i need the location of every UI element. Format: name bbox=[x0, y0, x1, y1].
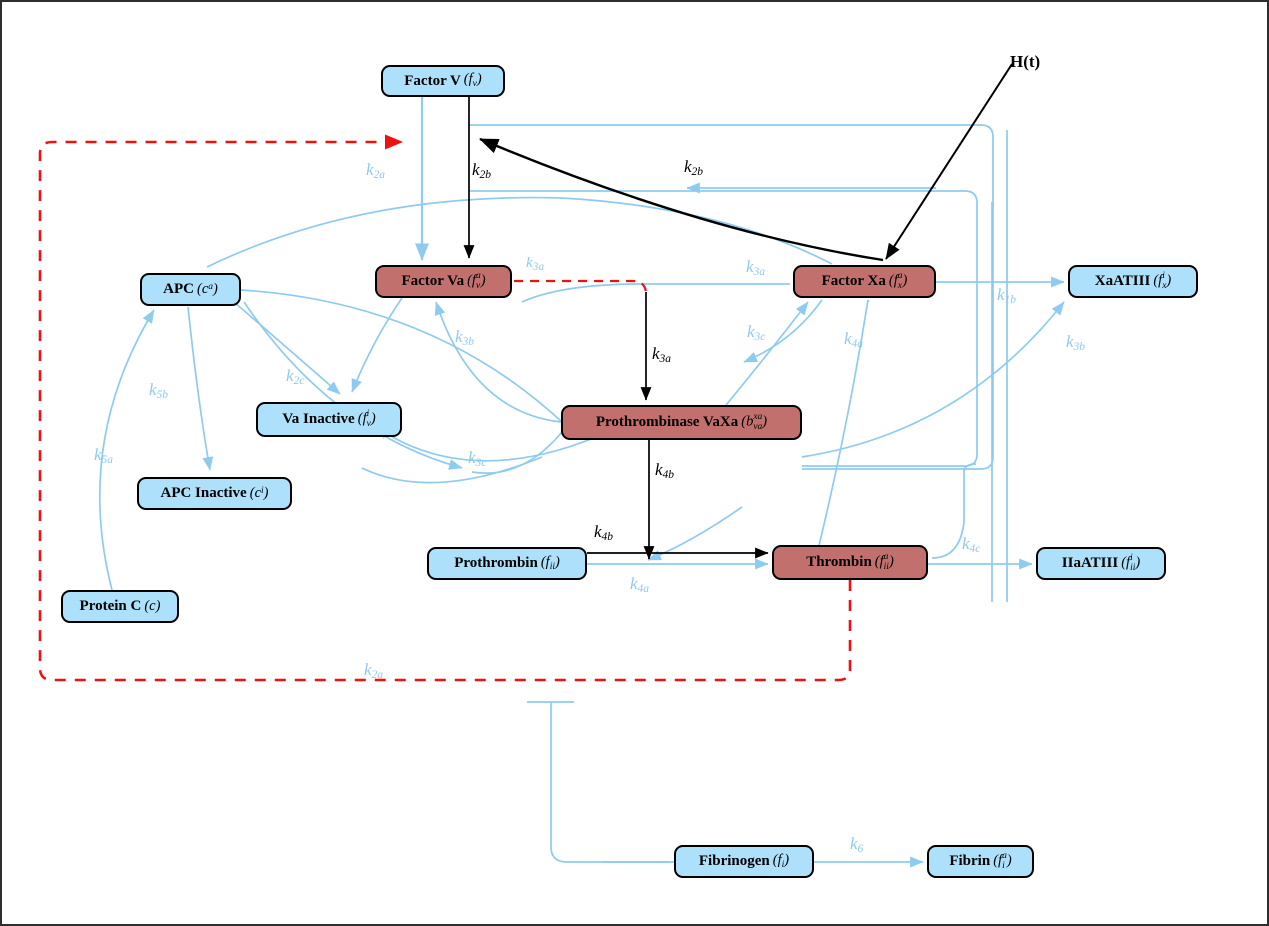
node-label: Protein C bbox=[79, 598, 142, 614]
node-symbol: (fa v) bbox=[467, 271, 486, 291]
node-thrombin[interactable]: Thrombin (fa ii) bbox=[772, 545, 928, 580]
node-symbol: (ca) bbox=[196, 281, 218, 298]
rate-label-k4b-horizontal: k4b bbox=[594, 522, 614, 543]
node-label: Factor Va bbox=[401, 273, 465, 289]
node-protein-c[interactable]: Protein C (c) bbox=[61, 590, 179, 623]
node-iiaatiii[interactable]: IIaATIII (fi ii) bbox=[1036, 547, 1166, 580]
node-apc[interactable]: APC (ca) bbox=[140, 273, 241, 306]
node-label: Thrombin bbox=[806, 554, 872, 570]
rate-label-k4a-low: k4a bbox=[630, 574, 650, 595]
rate-label-k6: k6 bbox=[850, 834, 864, 855]
node-xaatiii[interactable]: XaATIII (fi x) bbox=[1068, 265, 1198, 298]
node-fibrin[interactable]: Fibrin (fa i) bbox=[927, 845, 1034, 878]
rate-label-k4b-vertical: k4b bbox=[655, 460, 675, 481]
rate-label-k3a-mid: k3a bbox=[652, 344, 672, 365]
node-symbol: (fi) bbox=[772, 851, 790, 870]
black-edges bbox=[463, 63, 1013, 560]
external-input-label: H(t) bbox=[1010, 52, 1041, 71]
node-symbol: (fi ii) bbox=[1121, 553, 1141, 573]
rate-label-k4a-up: k4a bbox=[844, 329, 864, 350]
rate-label-k1b: k1b bbox=[997, 285, 1017, 306]
node-symbol: (bxa va) bbox=[741, 412, 768, 432]
node-label: Factor V bbox=[404, 72, 461, 89]
node-label: Va Inactive bbox=[282, 411, 355, 427]
node-apc-inactive[interactable]: APC Inactive (ci) bbox=[137, 477, 292, 510]
node-label: APC bbox=[163, 281, 194, 297]
rate-label-k4c: k4c bbox=[962, 534, 981, 555]
node-label: Factor Xa bbox=[821, 273, 886, 289]
node-label: XaATIII bbox=[1094, 273, 1151, 289]
node-prothrombinase[interactable]: Prothrombinase VaXa (bxa va) bbox=[561, 405, 802, 440]
node-factor-xa[interactable]: Factor Xa (fa x) bbox=[793, 265, 936, 298]
node-label: IIaATIII bbox=[1061, 555, 1119, 571]
node-symbol: (fa x) bbox=[888, 271, 908, 291]
node-label: Prothrombin bbox=[454, 555, 538, 571]
rate-label-k5a: k5a bbox=[94, 445, 114, 466]
rate-label-k3b-left: k3b bbox=[455, 327, 475, 348]
node-fibrinogen[interactable]: Fibrinogen (fi) bbox=[674, 845, 814, 878]
node-symbol: (fa ii) bbox=[874, 552, 894, 572]
rate-label-k2b-vertical: k2b bbox=[472, 160, 492, 181]
node-symbol: (fi v) bbox=[357, 409, 376, 429]
rate-label-k2a-top: k2a bbox=[366, 160, 386, 181]
edges-layer bbox=[38, 63, 1065, 868]
node-symbol: (ci) bbox=[249, 485, 269, 502]
rate-label-k3a-dashed: k3a bbox=[526, 255, 545, 273]
rate-label-k2c: k2c bbox=[286, 366, 305, 387]
rate-label-k2a-bottom: k2a bbox=[364, 660, 384, 681]
node-label: APC Inactive bbox=[160, 485, 247, 501]
rate-label-k3b-right: k3b bbox=[1066, 332, 1086, 353]
node-symbol: (fv) bbox=[463, 71, 482, 90]
node-label: Fibrin bbox=[949, 853, 991, 869]
rate-label-k5b: k5b bbox=[149, 380, 169, 401]
rate-label-k2b-curve: k2b bbox=[684, 157, 704, 178]
node-factor-v[interactable]: Factor V (fv) bbox=[381, 65, 505, 97]
rate-label-k3a-right: k3a bbox=[746, 257, 766, 278]
node-label: Prothrombinase VaXa bbox=[595, 414, 739, 430]
node-prothrombin[interactable]: Prothrombin (fii) bbox=[427, 547, 587, 580]
node-symbol: (fi x) bbox=[1153, 271, 1172, 291]
node-symbol: (fii) bbox=[540, 553, 560, 572]
node-symbol: (fa i) bbox=[993, 851, 1012, 871]
node-symbol: (c) bbox=[144, 598, 161, 615]
rate-label-k3c-left: k3c bbox=[468, 448, 487, 469]
rate-label-k3c-mid: k3c bbox=[747, 322, 766, 343]
node-va-inactive[interactable]: Va Inactive (fi v) bbox=[256, 402, 402, 437]
node-label: Fibrinogen bbox=[698, 853, 770, 869]
node-factor-va[interactable]: Factor Va (fa v) bbox=[375, 265, 512, 298]
diagram-canvas: Factor V (fv) Factor Va (fa v) Factor Xa … bbox=[0, 0, 1269, 926]
